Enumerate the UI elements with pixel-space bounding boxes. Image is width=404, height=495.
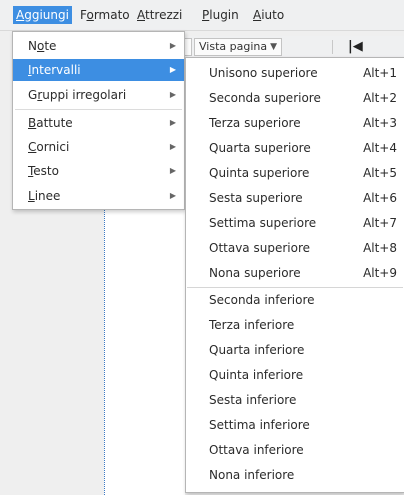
submenu-item-quarta-superiore[interactable]: Quarta superiore Alt+4	[186, 136, 404, 161]
menu-item-gruppi-irregolari[interactable]: Gruppi irregolari ▶	[13, 84, 184, 106]
menu-separator	[15, 109, 182, 110]
submenu-item-nona-superiore[interactable]: Nona superiore Alt+9	[186, 261, 404, 286]
menu-item-battute[interactable]: Battute ▶	[13, 112, 184, 134]
menu-item-linee[interactable]: Linee ▶	[13, 185, 184, 207]
submenu-item-sesta-inferiore[interactable]: Sesta inferiore	[186, 388, 404, 413]
submenu-item-terza-superiore[interactable]: Terza superiore Alt+3	[186, 111, 404, 136]
submenu-arrow-icon: ▶	[169, 90, 176, 99]
submenu-item-quinta-superiore[interactable]: Quinta superiore Alt+5	[186, 161, 404, 186]
aggiungi-menu: Note ▶ Intervalli ▶ Gruppi irregolari ▶ Bat…	[12, 31, 185, 210]
menu-item-cornici[interactable]: Cornici ▶	[13, 136, 184, 158]
submenu-item-ottava-superiore[interactable]: Ottava superiore Alt+8	[186, 236, 404, 261]
submenu-item-sesta-superiore[interactable]: Sesta superiore Alt+6	[186, 186, 404, 211]
menu-plugin[interactable]: Plugin	[199, 6, 242, 24]
menu-item-intervalli[interactable]: Intervalli ▶	[13, 59, 184, 81]
submenu-item-seconda-superiore[interactable]: Seconda superiore Alt+2	[186, 86, 404, 111]
submenu-item-terza-inferiore[interactable]: Terza inferiore	[186, 313, 404, 338]
toolbar-separator	[332, 40, 333, 54]
submenu-item-nona-inferiore[interactable]: Nona inferiore	[186, 463, 404, 488]
menu-attrezzi[interactable]: Attrezzi	[134, 6, 185, 24]
submenu-arrow-icon: ▶	[169, 142, 176, 151]
submenu-arrow-icon: ▶	[169, 191, 176, 200]
submenu-arrow-icon: ▶	[169, 166, 176, 175]
submenu-arrow-icon: ▶	[169, 41, 176, 50]
submenu-item-quarta-inferiore[interactable]: Quarta inferiore	[186, 338, 404, 363]
chevron-down-icon: ▼	[270, 42, 277, 52]
submenu-item-quinta-inferiore[interactable]: Quinta inferiore	[186, 363, 404, 388]
submenu-item-ottava-inferiore[interactable]: Ottava inferiore	[186, 438, 404, 463]
intervalli-submenu: Unisono superiore Alt+1 Seconda superiore…	[185, 57, 404, 493]
menu-aggiungi[interactable]: Aggiungi	[13, 6, 72, 24]
menu-item-testo[interactable]: Testo ▶	[13, 160, 184, 182]
menu-aiuto[interactable]: Aiuto	[250, 6, 287, 24]
submenu-item-unisono-superiore[interactable]: Unisono superiore Alt+1	[186, 61, 404, 86]
first-page-icon[interactable]: |◀	[348, 38, 363, 56]
submenu-arrow-icon: ▶	[169, 118, 176, 127]
submenu-item-settima-inferiore[interactable]: Settima inferiore	[186, 413, 404, 438]
menu-item-note[interactable]: Note ▶	[13, 35, 184, 57]
submenu-item-seconda-inferiore[interactable]: Seconda inferiore	[186, 288, 404, 313]
menu-formato[interactable]: Formato	[77, 6, 133, 24]
menubar: Aggiungi Formato Attrezzi Plugin Aiuto	[0, 0, 404, 31]
submenu-arrow-icon: ▶	[169, 65, 176, 74]
view-mode-label: Vista pagina	[199, 40, 268, 53]
view-mode-select[interactable]: Vista pagina ▼	[194, 38, 282, 56]
submenu-item-settima-superiore[interactable]: Settima superiore Alt+7	[186, 211, 404, 236]
